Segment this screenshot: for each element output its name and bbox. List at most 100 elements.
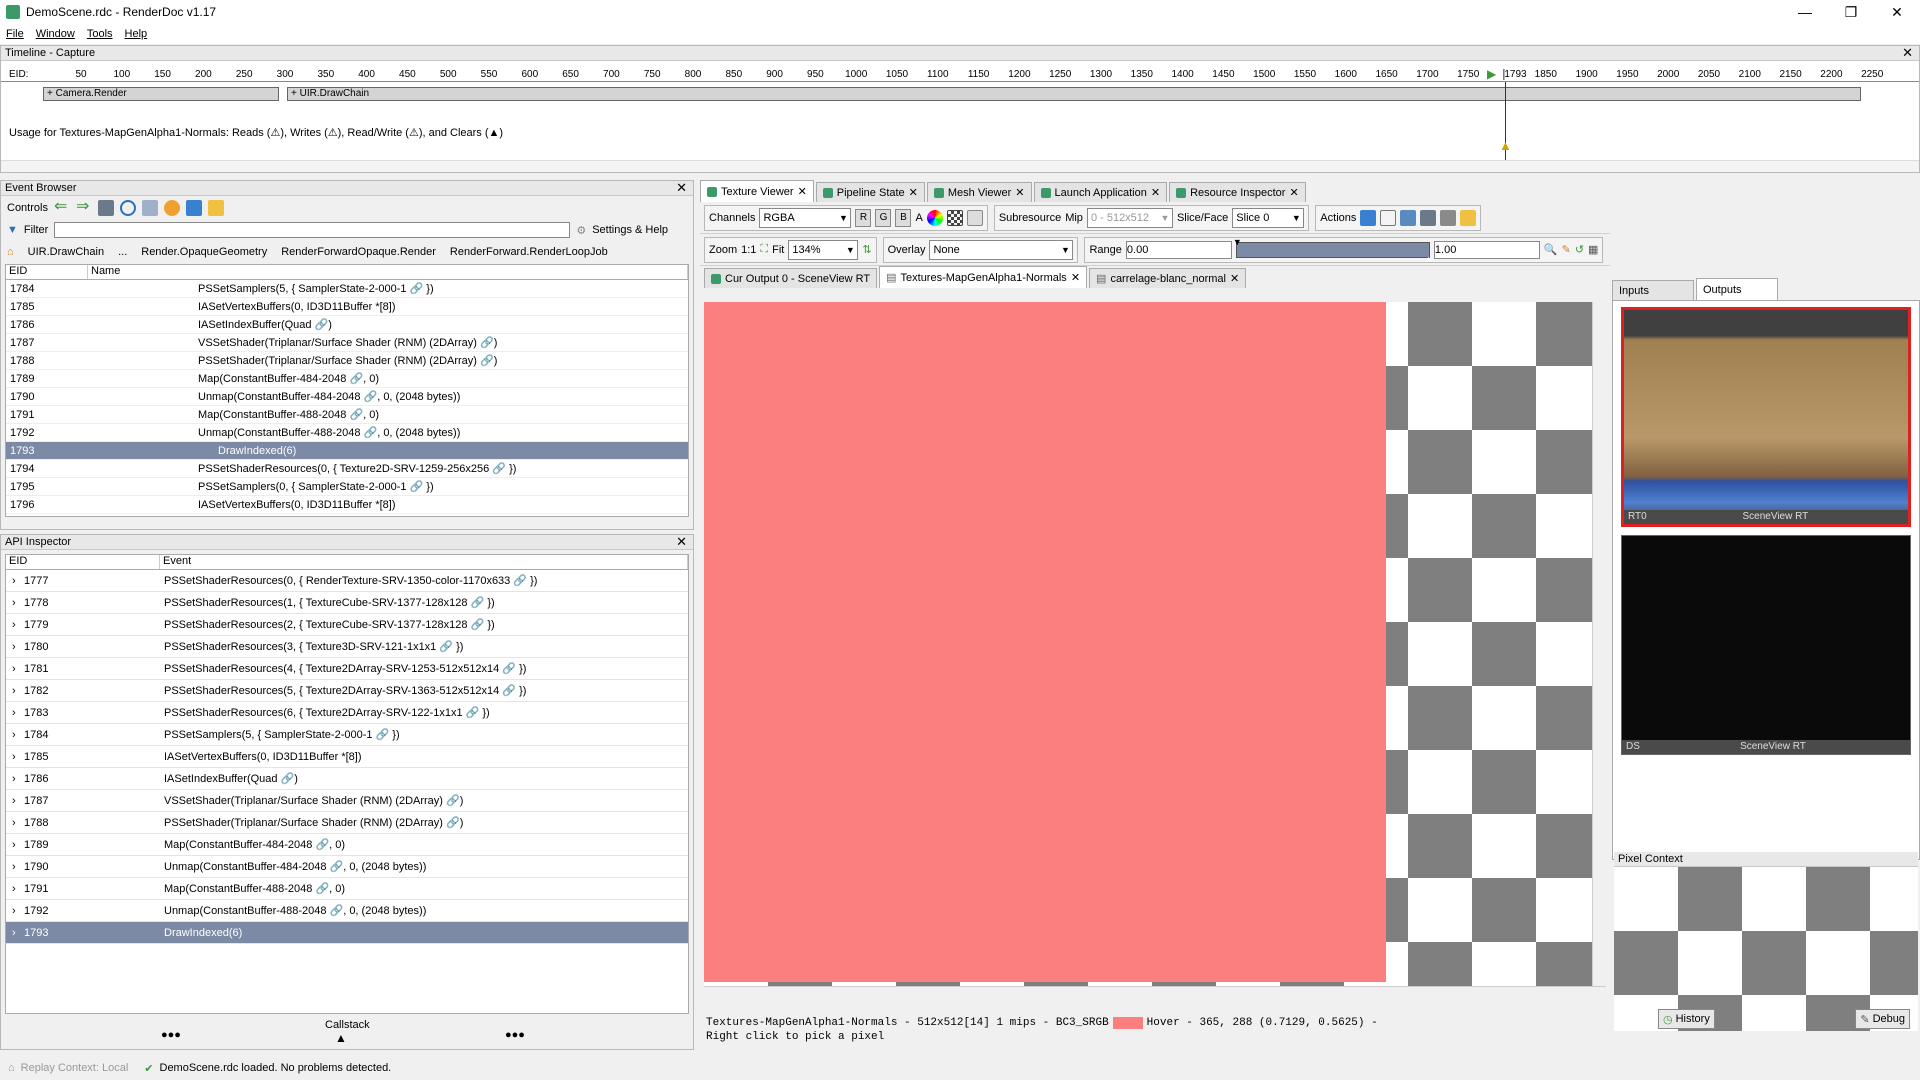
channel-r-toggle[interactable]: R	[855, 208, 872, 227]
breadcrumb-item[interactable]: UIR.DrawChain	[28, 246, 104, 258]
subtab-carrelage[interactable]: ▤ carrelage-blanc_normal ✕	[1089, 268, 1247, 288]
close-icon[interactable]: ✕	[676, 181, 687, 195]
table-row[interactable]: › 1778 PSSetShaderResources(1, { TextureCu…	[6, 592, 688, 614]
star-icon[interactable]	[207, 200, 224, 216]
chevron-right-icon[interactable]: ›	[6, 861, 24, 873]
table-row[interactable]: 1792 Unmap(ConstantBuffer-488-2048 🔗, 0, …	[6, 424, 688, 442]
col-eid[interactable]: EID	[6, 265, 88, 279]
breadcrumb-item[interactable]: RenderForward.RenderLoopJob	[450, 246, 608, 258]
menu-tools[interactable]: Tools	[87, 28, 113, 40]
table-row[interactable]: 1788 PSSetShader(Triplanar/Surface Shader…	[6, 352, 688, 370]
horizontal-scrollbar[interactable]	[704, 986, 1606, 1000]
menu-help[interactable]: Help	[125, 28, 148, 40]
mip-select[interactable]: 0 - 512x512 ▼	[1086, 207, 1173, 228]
vertical-scrollbar[interactable]	[1592, 302, 1606, 1000]
history-button[interactable]: ◷ History	[1658, 1009, 1715, 1029]
texture-image[interactable]	[704, 302, 1386, 982]
breadcrumb-item[interactable]: ...	[118, 246, 127, 258]
texture-viewport[interactable]	[704, 302, 1606, 1000]
thumbnail-ds[interactable]: DS SceneView RT	[1621, 535, 1911, 755]
more-right-button[interactable]: ●●●	[505, 1029, 525, 1041]
forward-arrow-icon[interactable]: ⇒	[76, 199, 92, 216]
chevron-right-icon[interactable]: ›	[6, 927, 24, 939]
close-icon[interactable]: ✕	[1230, 272, 1239, 285]
histogram-icon[interactable]: ▦	[1588, 243, 1598, 256]
table-row[interactable]: › 1780 PSSetShaderResources(3, { Texture3D…	[6, 636, 688, 658]
channels-select[interactable]: RGBA ▼	[759, 207, 852, 228]
link-icon[interactable]	[1440, 209, 1457, 226]
background-color-icon[interactable]	[966, 209, 983, 226]
minimize-button[interactable]: —	[1782, 0, 1828, 24]
table-row[interactable]: 1793 DrawIndexed(6)	[6, 442, 688, 460]
save-icon[interactable]	[185, 200, 202, 216]
copy-icon[interactable]	[1380, 209, 1397, 226]
fit-icon[interactable]: ⛶	[760, 243, 768, 256]
autofit-icon[interactable]: ✎	[1562, 243, 1571, 256]
table-row[interactable]: › 1788 PSSetShader(Triplanar/Surface Shade…	[6, 812, 688, 834]
col-name[interactable]: Name	[88, 265, 688, 279]
chevron-right-icon[interactable]: ›	[6, 905, 24, 917]
breadcrumb-item[interactable]: Render.OpaqueGeometry	[141, 246, 267, 258]
menu-file[interactable]: File	[6, 28, 24, 40]
subtab-mapgen-normals[interactable]: ▤ Textures-MapGenAlpha1-Normals ✕	[879, 266, 1088, 288]
overlay-select[interactable]: None ▼	[929, 239, 1074, 260]
breadcrumb-item[interactable]: RenderForwardOpaque.Render	[281, 246, 436, 258]
channel-b-toggle[interactable]: B	[895, 208, 912, 227]
close-button[interactable]: ✕	[1874, 0, 1920, 24]
chevron-right-icon[interactable]: ›	[6, 751, 24, 763]
maximize-button[interactable]: ❐	[1828, 0, 1874, 24]
table-row[interactable]: 1789 Map(ConstantBuffer-484-2048 🔗, 0)	[6, 370, 688, 388]
timer-icon[interactable]	[119, 200, 136, 216]
replay-context[interactable]: Replay Context: Local	[21, 1062, 129, 1074]
table-row[interactable]: › 1785 IASetVertexBuffers(0, ID3D11Buffer …	[6, 746, 688, 768]
range-max-handle[interactable]: ▲	[1424, 254, 1433, 264]
back-arrow-icon[interactable]: ⇐	[54, 199, 70, 216]
range-slider[interactable]: ▼ ▲	[1233, 237, 1433, 264]
range-max-input[interactable]	[1433, 240, 1540, 259]
chevron-right-icon[interactable]: ›	[6, 773, 24, 785]
chevron-right-icon[interactable]: ›	[6, 795, 24, 807]
zoom-select[interactable]: 134% ▼	[788, 239, 859, 260]
range-min-input[interactable]	[1125, 240, 1232, 259]
chevron-right-icon[interactable]: ›	[6, 839, 24, 851]
chevron-right-icon[interactable]: ›	[6, 597, 24, 609]
table-row[interactable]: › 1777 PSSetShaderResources(0, { RenderTex…	[6, 570, 688, 592]
section-camera-render[interactable]: + Camera.Render	[43, 87, 279, 101]
zoom-1to1-button[interactable]: 1:1	[741, 244, 756, 256]
settings-help-button[interactable]: Settings & Help	[592, 224, 668, 236]
chevron-right-icon[interactable]: ›	[6, 817, 24, 829]
table-row[interactable]: › 1793 DrawIndexed(6)	[6, 922, 688, 944]
tab-resource-inspector[interactable]: Resource Inspector ✕	[1169, 182, 1306, 202]
table-row[interactable]: › 1792 Unmap(ConstantBuffer-488-2048 🔗, 0,…	[6, 900, 688, 922]
subtab-cur-output[interactable]: Cur Output 0 - SceneView RT	[704, 268, 878, 288]
table-row[interactable]: 1796 IASetVertexBuffers(0, ID3D11Buffer *…	[6, 496, 688, 514]
home-icon[interactable]: ⌂	[7, 246, 14, 258]
filter-input[interactable]	[54, 222, 571, 238]
gear-icon[interactable]: ⚙	[576, 224, 586, 237]
tab-outputs[interactable]: Outputs	[1696, 278, 1778, 300]
close-icon[interactable]: ✕	[909, 186, 918, 199]
star-icon[interactable]	[1460, 209, 1477, 226]
section-uir-drawchain[interactable]: + UIR.DrawChain	[287, 87, 1861, 101]
timeline-ruler[interactable]: EID: 50 100 150 200 250 300 350 400 450 500 550 600…	[1, 66, 1919, 82]
close-icon[interactable]: ✕	[1015, 186, 1024, 199]
table-row[interactable]: › 1784 PSSetSamplers(5, { SamplerState-2-0…	[6, 724, 688, 746]
chevron-right-icon[interactable]: ›	[6, 641, 24, 653]
callstack-label[interactable]: Callstack	[325, 1019, 370, 1031]
table-row[interactable]: › 1787 VSSetShader(Triplanar/Surface Shade…	[6, 790, 688, 812]
table-row[interactable]: › 1786 IASetIndexBuffer(Quad 🔗)	[6, 768, 688, 790]
table-row[interactable]: › 1779 PSSetShaderResources(2, { TextureCu…	[6, 614, 688, 636]
chevron-right-icon[interactable]: ›	[6, 575, 24, 587]
table-row[interactable]: › 1782 PSSetShaderResources(5, { Texture2D…	[6, 680, 688, 702]
reset-range-icon[interactable]: ↺	[1575, 243, 1584, 256]
pixel-context-view[interactable]: ◷ History ✎ Debug	[1614, 867, 1918, 1031]
chevron-right-icon[interactable]: ›	[6, 729, 24, 741]
bookmark-icon[interactable]	[141, 200, 158, 216]
fit-button[interactable]: Fit	[772, 244, 784, 256]
expand-up-icon[interactable]: ▲	[335, 1031, 347, 1045]
find-icon[interactable]	[97, 200, 114, 216]
thumbnail-rt0[interactable]: RT0 SceneView RT	[1621, 307, 1911, 527]
table-row[interactable]: › 1790 Unmap(ConstantBuffer-484-2048 🔗, 0,…	[6, 856, 688, 878]
save-icon[interactable]	[1360, 209, 1377, 226]
chevron-right-icon[interactable]: ›	[6, 685, 24, 697]
